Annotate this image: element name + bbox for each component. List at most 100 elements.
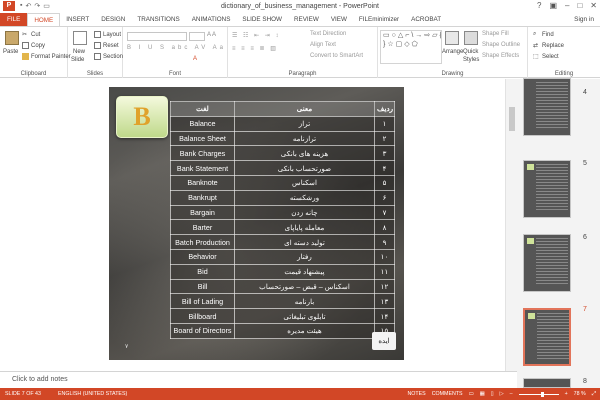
cell-row-number: ۱۴ bbox=[374, 308, 395, 324]
table-row: Behavior رفتار ۱۰ bbox=[170, 248, 395, 265]
thumbnail-badge bbox=[527, 164, 534, 170]
close-icon[interactable]: ✕ bbox=[590, 0, 597, 12]
save-icon[interactable]: ▪ bbox=[20, 2, 22, 10]
paste-icon[interactable] bbox=[5, 31, 19, 45]
cell-meaning: تولید دسته ای bbox=[234, 234, 375, 250]
section-button[interactable]: Section bbox=[94, 53, 123, 60]
cell-meaning: تراز bbox=[234, 115, 375, 132]
quick-styles-icon[interactable] bbox=[464, 31, 478, 45]
zoom-slider-knob[interactable] bbox=[540, 391, 544, 397]
window-title: dictionary_of_business_management - Powe… bbox=[221, 2, 379, 10]
text-direction-button[interactable]: Text Direction bbox=[310, 31, 346, 37]
slide-thumbnail[interactable] bbox=[523, 160, 571, 218]
replace-button[interactable]: ⇄ Replace bbox=[533, 42, 564, 49]
slide-thumbnail[interactable] bbox=[523, 378, 571, 388]
comments-button[interactable]: COMMENTS bbox=[432, 388, 463, 400]
normal-view-icon[interactable]: ▭ bbox=[469, 388, 474, 400]
vertical-scrollbar[interactable] bbox=[505, 79, 517, 371]
title-bar: P ▪ ↶ ↷ ▭ dictionary_of_business_managem… bbox=[0, 0, 600, 12]
tab-slide-show[interactable]: SLIDE SHOW bbox=[236, 13, 288, 26]
tab-home[interactable]: HOME bbox=[27, 13, 61, 26]
copy-button[interactable]: Copy bbox=[22, 42, 45, 49]
reading-view-icon[interactable]: ▯ bbox=[491, 388, 494, 400]
reset-button[interactable]: Reset bbox=[94, 42, 119, 49]
tab-transitions[interactable]: TRANSITIONS bbox=[131, 13, 185, 26]
slide-sorter-icon[interactable]: ▦ bbox=[480, 388, 485, 400]
notes-pane[interactable]: Click to add notes bbox=[0, 371, 517, 388]
arrange-button[interactable]: Arrange bbox=[442, 49, 463, 55]
format-painter-button[interactable]: Format Painter bbox=[22, 53, 71, 60]
cut-button[interactable]: ✂ Cut bbox=[22, 31, 40, 38]
minimize-icon[interactable]: – bbox=[565, 0, 569, 12]
language-indicator[interactable]: ENGLISH (UNITED STATES) bbox=[58, 388, 127, 400]
notes-button[interactable]: NOTES bbox=[407, 388, 425, 400]
select-button[interactable]: ⬚ Select bbox=[533, 53, 559, 60]
font-format-buttons[interactable]: B I U S abc AV Aa bbox=[127, 45, 226, 51]
cell-row-number: ۱۲ bbox=[374, 278, 395, 295]
tab-animations[interactable]: ANIMATIONS bbox=[186, 13, 237, 26]
shape-effects-button[interactable]: Shape Effects bbox=[482, 53, 519, 59]
paragraph-label: Paragraph bbox=[288, 71, 317, 77]
new-slide-button[interactable]: New bbox=[73, 49, 85, 55]
font-size-field[interactable] bbox=[189, 32, 205, 41]
shapes-gallery[interactable]: ▭○△⌐\→⇨▱{ }☆▢◇⬠ bbox=[380, 30, 442, 64]
zoom-level[interactable]: 78 % bbox=[574, 388, 586, 400]
sign-in-link[interactable]: Sign in bbox=[574, 13, 594, 26]
ribbon: Paste ✂ Cut Copy Format Painter Clipboard… bbox=[0, 26, 600, 78]
arrange-icon[interactable] bbox=[445, 31, 459, 45]
convert-smartart-button[interactable]: Convert to SmartArt bbox=[310, 53, 363, 59]
start-slideshow-icon[interactable]: ▭ bbox=[43, 2, 50, 10]
slide-thumbnail[interactable] bbox=[523, 78, 571, 136]
maximize-icon[interactable]: □ bbox=[577, 0, 582, 12]
reset-label: Reset bbox=[103, 43, 119, 50]
tab-review[interactable]: REVIEW bbox=[288, 13, 325, 26]
cell-row-number: ۳ bbox=[374, 145, 395, 162]
redo-icon[interactable]: ↷ bbox=[34, 2, 40, 10]
paste-button[interactable]: Paste bbox=[3, 49, 18, 55]
ribbon-display-icon[interactable]: ▣ bbox=[549, 0, 557, 12]
alignment-buttons[interactable]: ≡ ≡ ≡ ≣ ▥ bbox=[232, 45, 278, 52]
slideshow-view-icon[interactable]: ▷ bbox=[500, 388, 504, 400]
grow-font-icon[interactable]: A A bbox=[207, 32, 216, 38]
layout-button[interactable]: Layout bbox=[94, 31, 121, 38]
font-group: A A B I U S abc AV Aa A Font bbox=[123, 27, 228, 78]
cell-row-number: ۱۰ bbox=[374, 248, 395, 265]
zoom-slider[interactable] bbox=[518, 391, 559, 397]
tab-fileminimizer[interactable]: FILEminimizer bbox=[353, 13, 405, 26]
help-icon[interactable]: ? bbox=[537, 0, 541, 12]
table-row: Bid پیشنهاد قیمت ۱۱ bbox=[170, 263, 395, 280]
slide-thumbnail[interactable] bbox=[523, 234, 571, 292]
shape-outline-button[interactable]: Shape Outline bbox=[482, 42, 520, 48]
new-slide-icon[interactable] bbox=[73, 31, 87, 45]
font-name-field[interactable] bbox=[127, 32, 187, 41]
undo-icon[interactable]: ↶ bbox=[25, 2, 31, 10]
list-buttons[interactable]: ☰ ☷ ⇤ ⇥ ↕ bbox=[232, 32, 280, 39]
quick-styles-button[interactable]: Quick bbox=[463, 49, 478, 55]
cell-meaning: اسکناس bbox=[234, 174, 375, 191]
vocabulary-table[interactable]: لغت معنی ردیف Balance تراز ۱ Balance Sheet ت… bbox=[170, 101, 395, 339]
tab-file[interactable]: FILE bbox=[0, 13, 28, 26]
tab-view[interactable]: VIEW bbox=[325, 13, 353, 26]
header-row-number: ردیف bbox=[374, 101, 395, 117]
fit-slide-icon[interactable]: ⤢ bbox=[592, 388, 596, 400]
tab-insert[interactable]: INSERT bbox=[60, 13, 95, 26]
zoom-out-icon[interactable]: – bbox=[510, 388, 513, 400]
shape-fill-button[interactable]: Shape Fill bbox=[482, 31, 509, 37]
align-text-button[interactable]: Align Text bbox=[310, 42, 336, 48]
tab-acrobat[interactable]: ACROBAT bbox=[405, 13, 447, 26]
slide-thumbnails-pane: 4 5 6 7 8 bbox=[517, 78, 600, 388]
thumbnail-badge bbox=[527, 238, 534, 244]
cell-meaning: پیشنهاد قیمت bbox=[234, 263, 375, 280]
font-color-icon[interactable]: A bbox=[193, 56, 197, 62]
find-button[interactable]: ⌕ Find bbox=[533, 31, 554, 38]
slide-canvas[interactable]: B لغت معنی ردیف Balance تراز ۱ Balance Shee… bbox=[98, 79, 505, 371]
slide-thumbnail-selected[interactable] bbox=[523, 308, 571, 366]
letter-badge[interactable]: B bbox=[116, 96, 168, 138]
slide[interactable]: B لغت معنی ردیف Balance تراز ۱ Balance Shee… bbox=[109, 87, 404, 360]
slide-page-number: ۷ bbox=[125, 344, 129, 350]
tab-design[interactable]: DESIGN bbox=[95, 13, 131, 26]
zoom-in-icon[interactable]: + bbox=[565, 388, 568, 400]
table-row: Bankrupt ورشکسته ۶ bbox=[170, 189, 395, 206]
cell-meaning: چانه زدن bbox=[234, 204, 375, 221]
scrollbar-thumb[interactable] bbox=[509, 107, 515, 131]
